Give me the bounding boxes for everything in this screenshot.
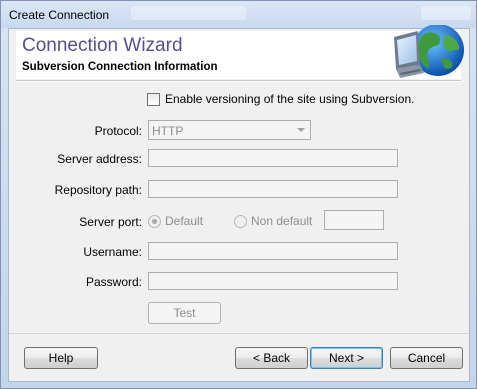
server-port-label: Server port: xyxy=(79,215,142,229)
cancel-button[interactable]: Cancel xyxy=(390,347,463,369)
enable-versioning-label: Enable versioning of the site using Subv… xyxy=(165,92,415,106)
username-label: Username: xyxy=(83,245,142,259)
background-tab-blur xyxy=(131,6,246,20)
port-default-radio[interactable] xyxy=(148,214,161,228)
protocol-label: Protocol: xyxy=(94,124,142,138)
next-button[interactable]: Next > xyxy=(310,347,383,369)
server-address-field[interactable] xyxy=(148,149,398,167)
window-title: Create Connection xyxy=(9,8,110,22)
dialog-body: Connection Wizard Subversion Connection … xyxy=(8,25,470,382)
password-label: Password: xyxy=(85,275,142,289)
chevron-down-icon xyxy=(297,128,305,132)
repository-path-field[interactable] xyxy=(148,180,398,198)
password-field[interactable] xyxy=(148,272,398,290)
username-field[interactable] xyxy=(148,242,398,260)
footer-separator xyxy=(9,333,469,334)
port-number-field[interactable] xyxy=(324,210,384,230)
port-non-default-radio[interactable] xyxy=(234,214,247,228)
protocol-select[interactable]: HTTP xyxy=(148,120,311,140)
port-default-option[interactable]: Default xyxy=(148,214,203,228)
help-button[interactable]: Help xyxy=(24,347,98,369)
wizard-header: Connection Wizard Subversion Connection … xyxy=(16,25,464,79)
back-button[interactable]: < Back xyxy=(235,347,308,369)
create-connection-dialog: Create Connection Connection Wizard Subv… xyxy=(0,0,477,389)
port-non-default-label: Non default xyxy=(251,214,313,228)
background-tab-blur-right xyxy=(421,6,471,20)
globe-computer-icon xyxy=(394,25,464,78)
wizard-title: Connection Wizard xyxy=(22,35,183,56)
wizard-subtitle: Subversion Connection Information xyxy=(22,61,218,73)
test-button[interactable]: Test xyxy=(148,302,221,324)
title-bar[interactable]: Create Connection xyxy=(1,1,476,28)
enable-versioning-checkbox[interactable] xyxy=(147,92,160,106)
enable-versioning-row[interactable]: Enable versioning of the site using Subv… xyxy=(147,92,415,106)
header-separator-highlight xyxy=(16,81,461,82)
port-non-default-option[interactable]: Non default xyxy=(234,214,312,228)
port-default-label: Default xyxy=(165,214,204,228)
repository-path-label: Repository path: xyxy=(54,183,142,197)
protocol-value: HTTP xyxy=(152,124,184,138)
server-address-label: Server address: xyxy=(57,152,142,166)
